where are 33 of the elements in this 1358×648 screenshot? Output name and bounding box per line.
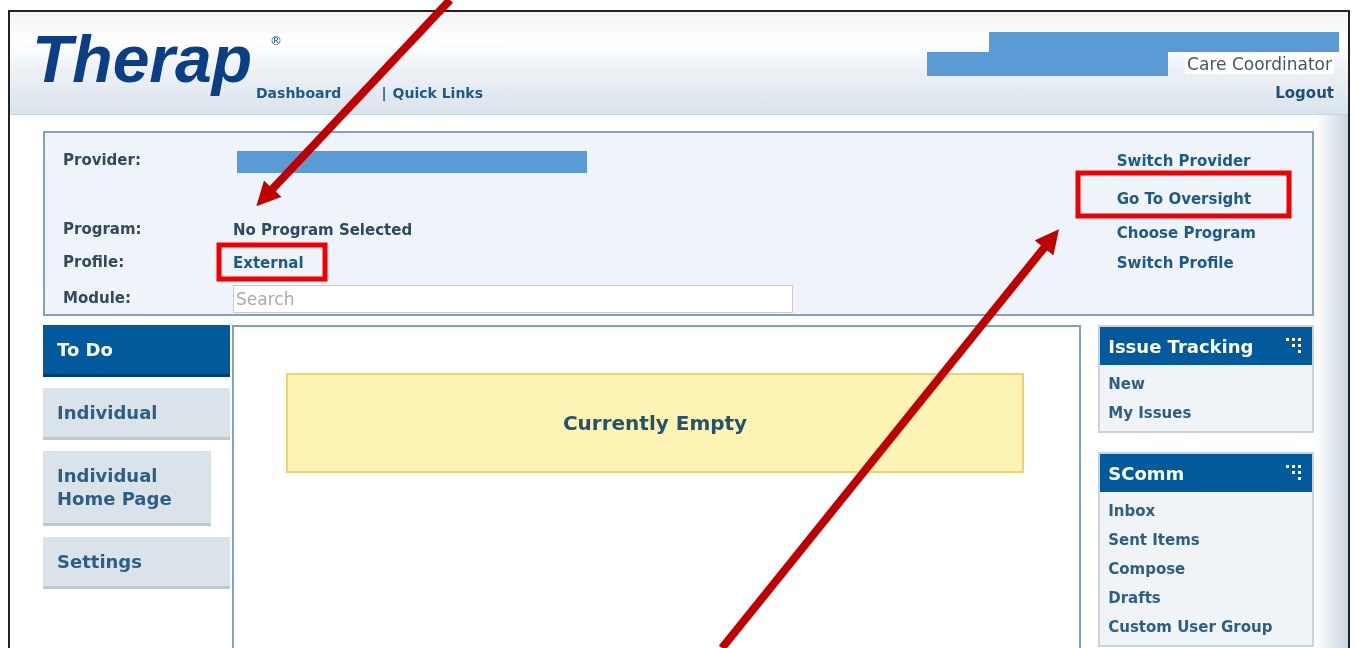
trademark-mark: ®: [270, 34, 283, 48]
drag-handle-icon[interactable]: [1284, 463, 1304, 483]
nav-tab[interactable]: Individual: [43, 388, 230, 440]
widget-title: Issue Tracking: [1108, 335, 1254, 357]
nav-link[interactable]: Dashboard: [256, 85, 342, 101]
user-role: Care Coordinator: [1185, 54, 1334, 74]
field-value: No Program Selected: [233, 221, 413, 240]
logout-link[interactable]: Logout: [1275, 84, 1334, 102]
action-link[interactable]: Switch Provider: [1116, 150, 1256, 172]
nav-tab[interactable]: Individual Home Page: [43, 451, 211, 526]
nav-link[interactable]: Quick Links: [392, 85, 483, 101]
field-label: Program:: [63, 220, 143, 240]
action-link[interactable]: Switch Profile: [1116, 252, 1256, 274]
field-label: Module:: [63, 288, 132, 309]
field-label: Profile:: [63, 252, 126, 273]
widget-link[interactable]: Inbox: [1108, 500, 1304, 523]
field-label: Provider:: [63, 151, 142, 172]
widget-title: SComm: [1108, 462, 1185, 484]
widget-link[interactable]: Custom User Group: [1108, 616, 1304, 639]
action-link[interactable]: Choose Program: [1116, 222, 1256, 244]
widget-link[interactable]: New: [1108, 373, 1304, 396]
nav-tab[interactable]: Settings: [43, 537, 230, 589]
nav-tab[interactable]: To Do: [43, 325, 230, 377]
separator: |: [381, 85, 387, 101]
widget-link[interactable]: Drafts: [1108, 587, 1304, 610]
widget-link[interactable]: Compose: [1108, 558, 1304, 581]
profile-link[interactable]: External: [233, 254, 304, 273]
widget-link[interactable]: Sent Items: [1108, 529, 1304, 552]
empty-message: Currently Empty: [285, 373, 1025, 473]
search-field[interactable]: Search: [233, 285, 793, 314]
action-link[interactable]: Go To Oversight: [1116, 188, 1256, 210]
drag-handle-icon[interactable]: [1284, 336, 1304, 356]
widget-link[interactable]: My Issues: [1108, 402, 1304, 425]
